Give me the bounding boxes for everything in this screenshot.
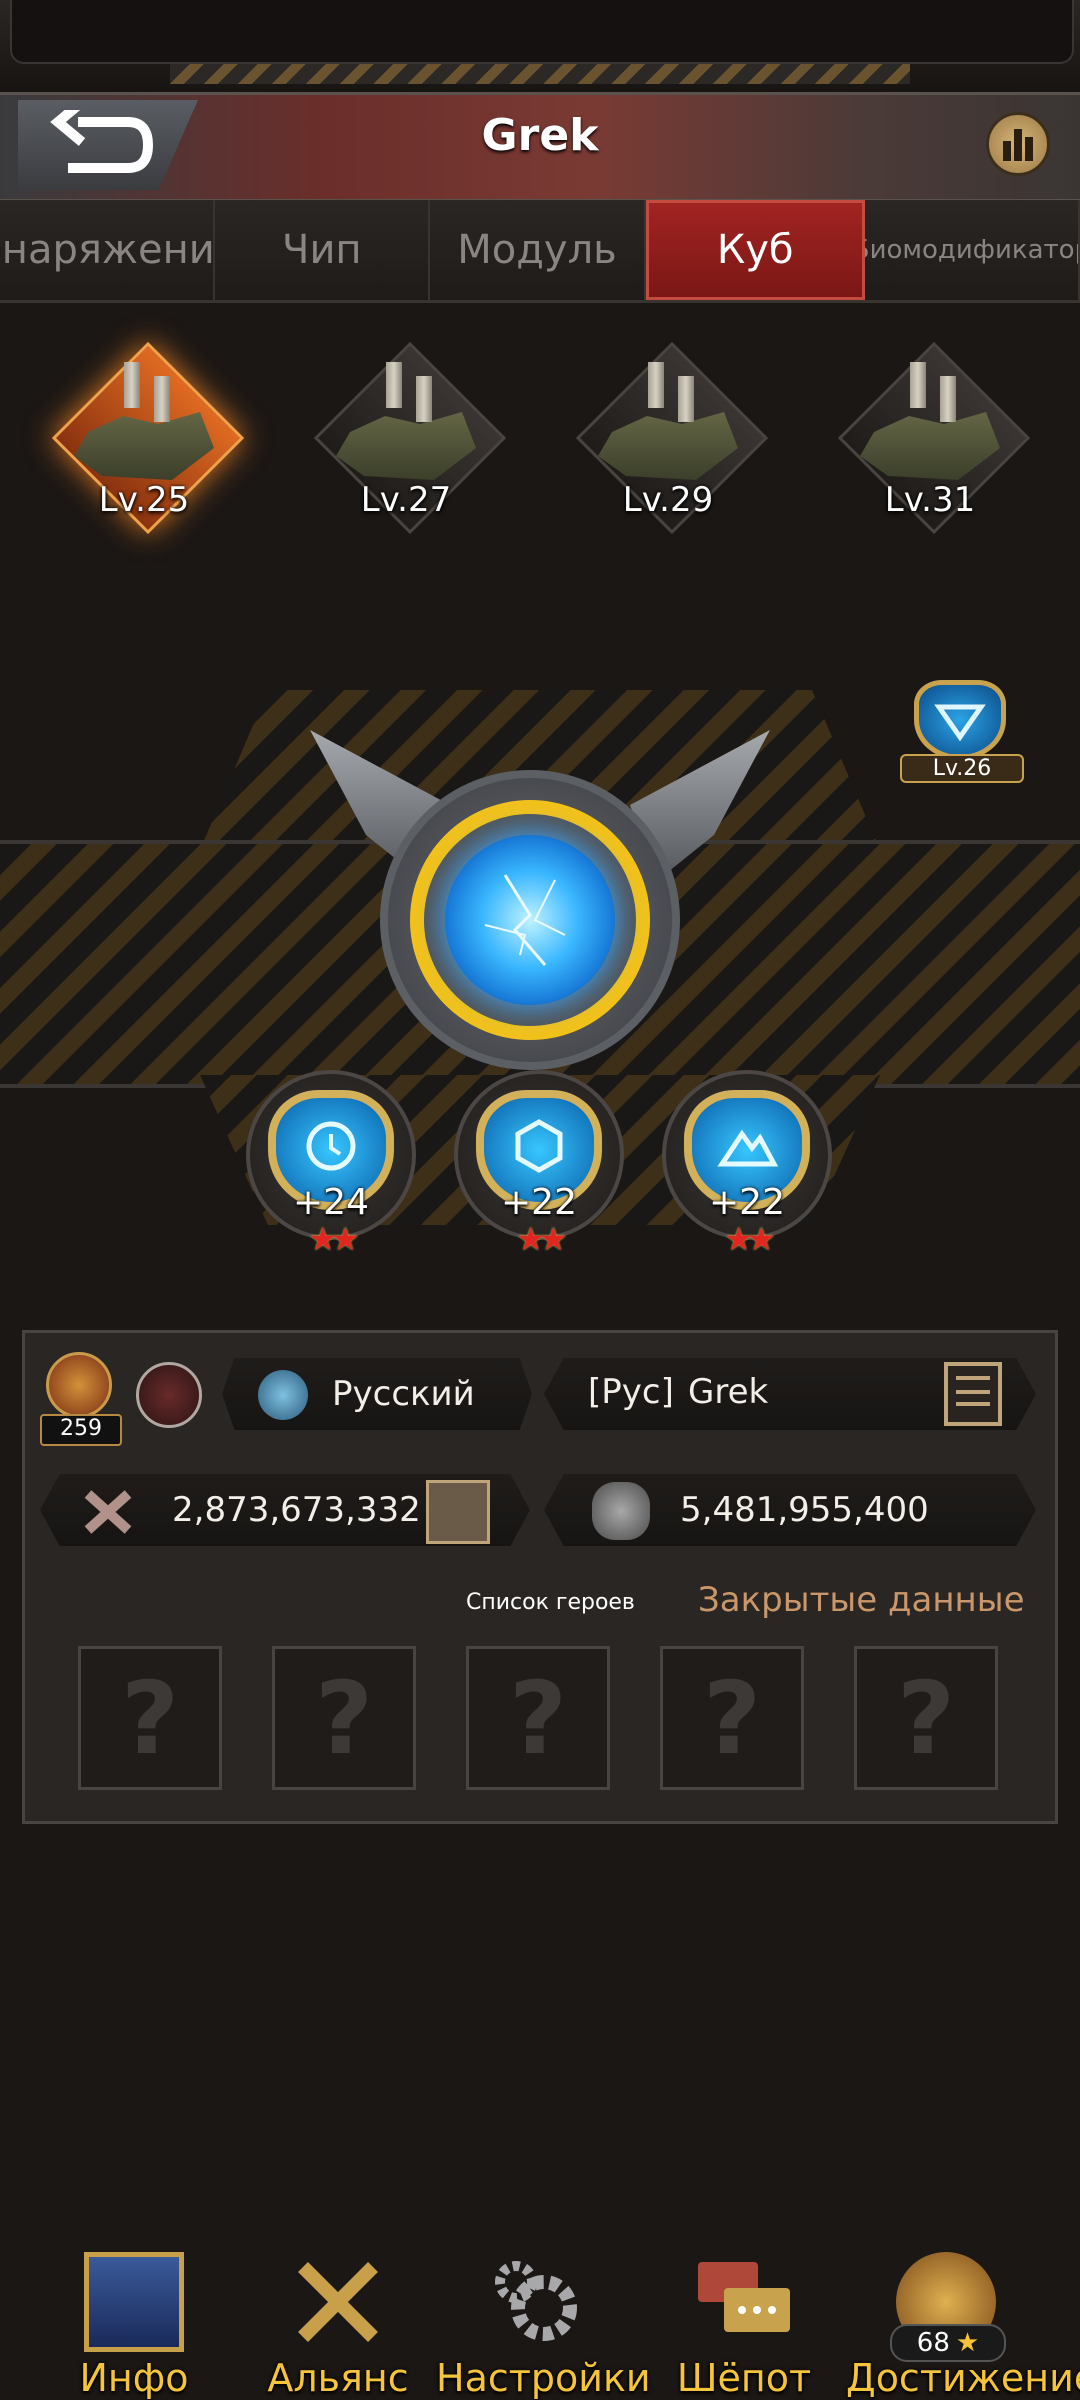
- kills-value: 5,481,955,400: [680, 1490, 929, 1530]
- star-icon: ★: [955, 2328, 980, 2358]
- energy-core-icon: [445, 835, 615, 1005]
- tab-equipment[interactable]: Снаряжение: [0, 200, 216, 300]
- portrait-icon: [84, 2252, 184, 2352]
- hero-slot[interactable]: ?: [78, 1646, 222, 1790]
- alliance-tag: [Рус]: [588, 1372, 674, 1412]
- factory-level: Lv.29: [622, 480, 714, 520]
- player-name: Grek: [688, 1372, 769, 1412]
- likes-badge[interactable]: 259: [40, 1352, 122, 1446]
- gear-icon: [486, 2252, 586, 2352]
- nav-settings[interactable]: Настройки: [436, 2240, 651, 2400]
- bottom-nav: Инфо Альянс Настройки Шёпот 68 ★ Достиже…: [0, 2240, 1080, 2400]
- category-tabs: Снаряжение Чип Модуль Куб Биомодификатор: [0, 200, 1080, 303]
- factory-level: Lv.31: [884, 480, 976, 520]
- nav-label: Инфо: [79, 2356, 189, 2400]
- nav-info[interactable]: Инфо: [34, 2240, 234, 2400]
- likes-count: 259: [40, 1414, 122, 1446]
- sub-cube[interactable]: +22 ★★: [662, 1070, 832, 1260]
- star-rating-icon: ★★: [724, 1220, 775, 1258]
- crossed-swords-icon: [288, 2252, 388, 2352]
- tab-module[interactable]: Модуль: [430, 200, 646, 300]
- bar-chart-icon: [1003, 129, 1033, 161]
- factory-item[interactable]: Lv.27: [306, 340, 507, 540]
- hero-list-title: Список героев: [466, 1590, 635, 1615]
- factory-item[interactable]: Lv.25: [44, 340, 245, 540]
- power-value: 2,873,673,332: [172, 1490, 421, 1530]
- tab-chip[interactable]: Чип: [215, 200, 431, 300]
- stats-button[interactable]: [986, 112, 1050, 176]
- nav-label: Достижение: [846, 2356, 1080, 2400]
- sub-cube-bonus: +22: [501, 1182, 577, 1223]
- chat-bubbles-icon: [694, 2252, 794, 2352]
- hero-slot[interactable]: ?: [272, 1646, 416, 1790]
- tab-biomodifier[interactable]: Биомодификатор: [864, 200, 1080, 300]
- document-icon[interactable]: [944, 1362, 1002, 1426]
- sub-cube-bonus: +24: [293, 1182, 369, 1223]
- sub-cube-bonus: +22: [709, 1182, 785, 1223]
- nav-whisper[interactable]: Шёпот: [644, 2240, 844, 2400]
- globe-icon: [258, 1370, 308, 1420]
- triangle-shield-icon: [914, 680, 1006, 760]
- cube-level: Lv.26: [900, 754, 1024, 783]
- hero-slot[interactable]: ?: [854, 1646, 998, 1790]
- factory-level: Lv.27: [360, 480, 452, 520]
- cube-level-badge[interactable]: Lv.26: [900, 680, 1024, 790]
- crossed-guns-icon: [80, 1484, 136, 1540]
- rank-medal-icon[interactable]: [136, 1362, 202, 1428]
- skull-mask-icon: [592, 1482, 650, 1540]
- factory-level: Lv.25: [98, 480, 190, 520]
- nav-label: Настройки: [436, 2356, 651, 2400]
- language-label: Русский: [332, 1374, 475, 1414]
- factory-item[interactable]: Lv.31: [830, 340, 1031, 540]
- thumbs-up-icon: [46, 1352, 112, 1418]
- hidden-data-label: Закрытые данные: [698, 1580, 1025, 1620]
- star-rating-icon: ★★: [308, 1220, 359, 1258]
- sub-cube[interactable]: +22 ★★: [454, 1070, 624, 1260]
- star-rating-icon: ★★: [516, 1220, 567, 1258]
- top-frame: [0, 0, 1080, 92]
- tab-cube[interactable]: Куб: [645, 200, 865, 300]
- nav-achievement[interactable]: 68 ★ Достижение: [846, 2240, 1080, 2400]
- hero-slot[interactable]: ?: [660, 1646, 804, 1790]
- nav-alliance[interactable]: Альянс: [238, 2240, 438, 2400]
- hero-slot[interactable]: ?: [466, 1646, 610, 1790]
- sub-cube[interactable]: +24 ★★: [246, 1070, 416, 1260]
- nav-label: Шёпот: [676, 2356, 812, 2400]
- factory-item[interactable]: Lv.29: [568, 340, 769, 540]
- nav-label: Альянс: [267, 2356, 409, 2400]
- history-icon[interactable]: [426, 1480, 490, 1544]
- achievement-count: 68: [916, 2328, 950, 2358]
- page-title: Grek: [481, 110, 599, 161]
